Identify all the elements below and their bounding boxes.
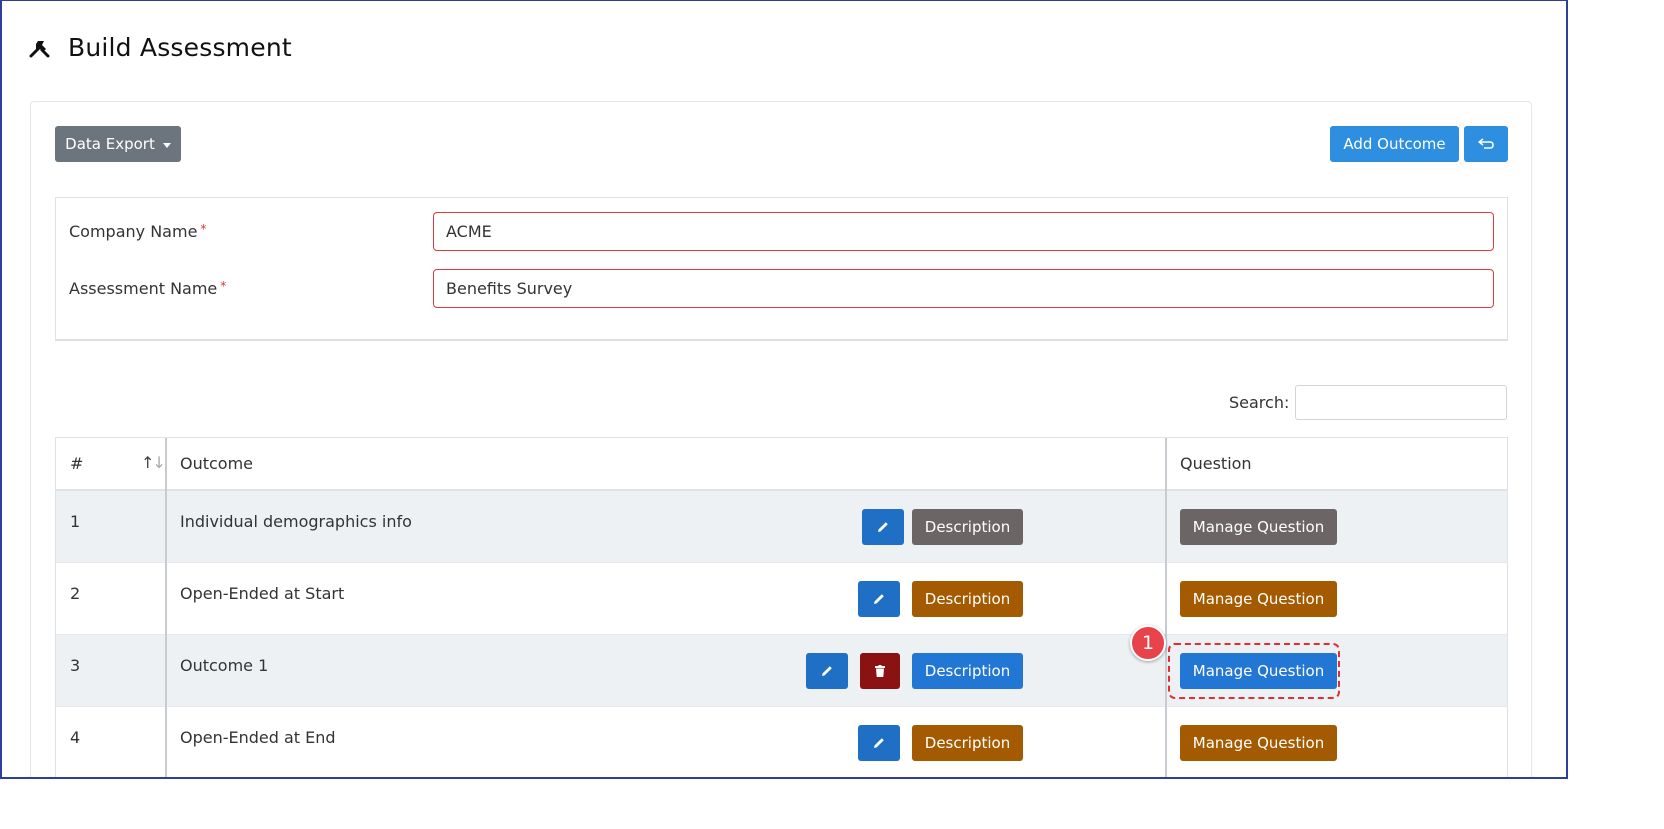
table-row: 4 Open-Ended at End Description Manage Q…	[56, 707, 1507, 777]
column-header-number[interactable]: #	[70, 454, 83, 473]
assessment-name-label: Assessment Name *	[69, 279, 226, 298]
sort-icon[interactable]: ↑↓	[141, 453, 166, 472]
assessment-name-label-text: Assessment Name	[69, 279, 218, 298]
caret-down-icon	[162, 142, 171, 148]
description-button[interactable]: Description	[912, 581, 1023, 617]
trash-icon	[875, 665, 885, 677]
column-header-question[interactable]: Question	[1180, 454, 1252, 473]
required-marker: *	[220, 279, 227, 293]
highlight-annotation	[1168, 643, 1340, 699]
row-number: 3	[70, 656, 81, 675]
edit-outcome-button[interactable]	[858, 725, 900, 761]
data-export-label: Data Export	[65, 135, 155, 153]
delete-outcome-button[interactable]	[860, 653, 900, 689]
assessment-name-field[interactable]	[433, 269, 1494, 308]
pencil-icon	[872, 736, 886, 750]
data-export-dropdown[interactable]: Data Export	[55, 126, 181, 162]
edit-outcome-button[interactable]	[858, 581, 900, 617]
tools-icon	[28, 36, 52, 60]
outcome-name: Outcome 1	[180, 656, 269, 675]
description-button[interactable]: Description	[912, 509, 1023, 545]
row-number: 1	[70, 512, 81, 531]
edit-outcome-button[interactable]	[806, 653, 848, 689]
pencil-icon	[820, 664, 834, 678]
manage-question-button[interactable]: Manage Question	[1180, 581, 1337, 617]
column-divider	[1165, 438, 1167, 777]
assessment-form: Company Name* Assessment Name*	[55, 197, 1508, 341]
outcome-name: Open-Ended at Start	[180, 584, 345, 603]
back-button[interactable]	[1464, 126, 1508, 162]
outcome-name: Individual demographics info	[180, 512, 412, 531]
add-outcome-button[interactable]: Add Outcome	[1330, 126, 1459, 162]
table-row: 1 Individual demographics info Descripti…	[56, 491, 1507, 563]
description-button[interactable]: Description	[912, 653, 1023, 689]
outcomes-table: # ↑↓ Outcome Question 1 Individual demog…	[55, 437, 1508, 777]
company-name-label: Company Name *	[69, 222, 206, 241]
search-input[interactable]	[1295, 385, 1507, 420]
page-title: Build Assessment	[68, 33, 292, 62]
outcome-name: Open-Ended at End	[180, 728, 336, 747]
company-name-field[interactable]	[433, 212, 1494, 251]
edit-outcome-button[interactable]	[862, 509, 904, 545]
column-header-outcome[interactable]: Outcome	[180, 454, 253, 473]
row-number: 4	[70, 728, 81, 747]
step-badge: 1	[1130, 625, 1166, 661]
search-label: Search:	[1229, 393, 1290, 412]
row-number: 2	[70, 584, 81, 603]
column-divider	[165, 438, 167, 777]
table-row: 2 Open-Ended at Start Description Manage…	[56, 563, 1507, 635]
description-button[interactable]: Description	[912, 725, 1023, 761]
app-window: Build Assessment Data Export Add Outcome…	[0, 0, 1568, 779]
pencil-icon	[876, 520, 890, 534]
return-arrow-icon	[1478, 138, 1494, 150]
pencil-icon	[872, 592, 886, 606]
page-header: Build Assessment	[28, 33, 292, 62]
required-marker: *	[200, 222, 207, 236]
table-header-row: # ↑↓ Outcome Question	[56, 438, 1507, 491]
manage-question-button[interactable]: Manage Question	[1180, 725, 1337, 761]
manage-question-button[interactable]: Manage Question	[1180, 509, 1337, 545]
company-name-label-text: Company Name	[69, 222, 198, 241]
